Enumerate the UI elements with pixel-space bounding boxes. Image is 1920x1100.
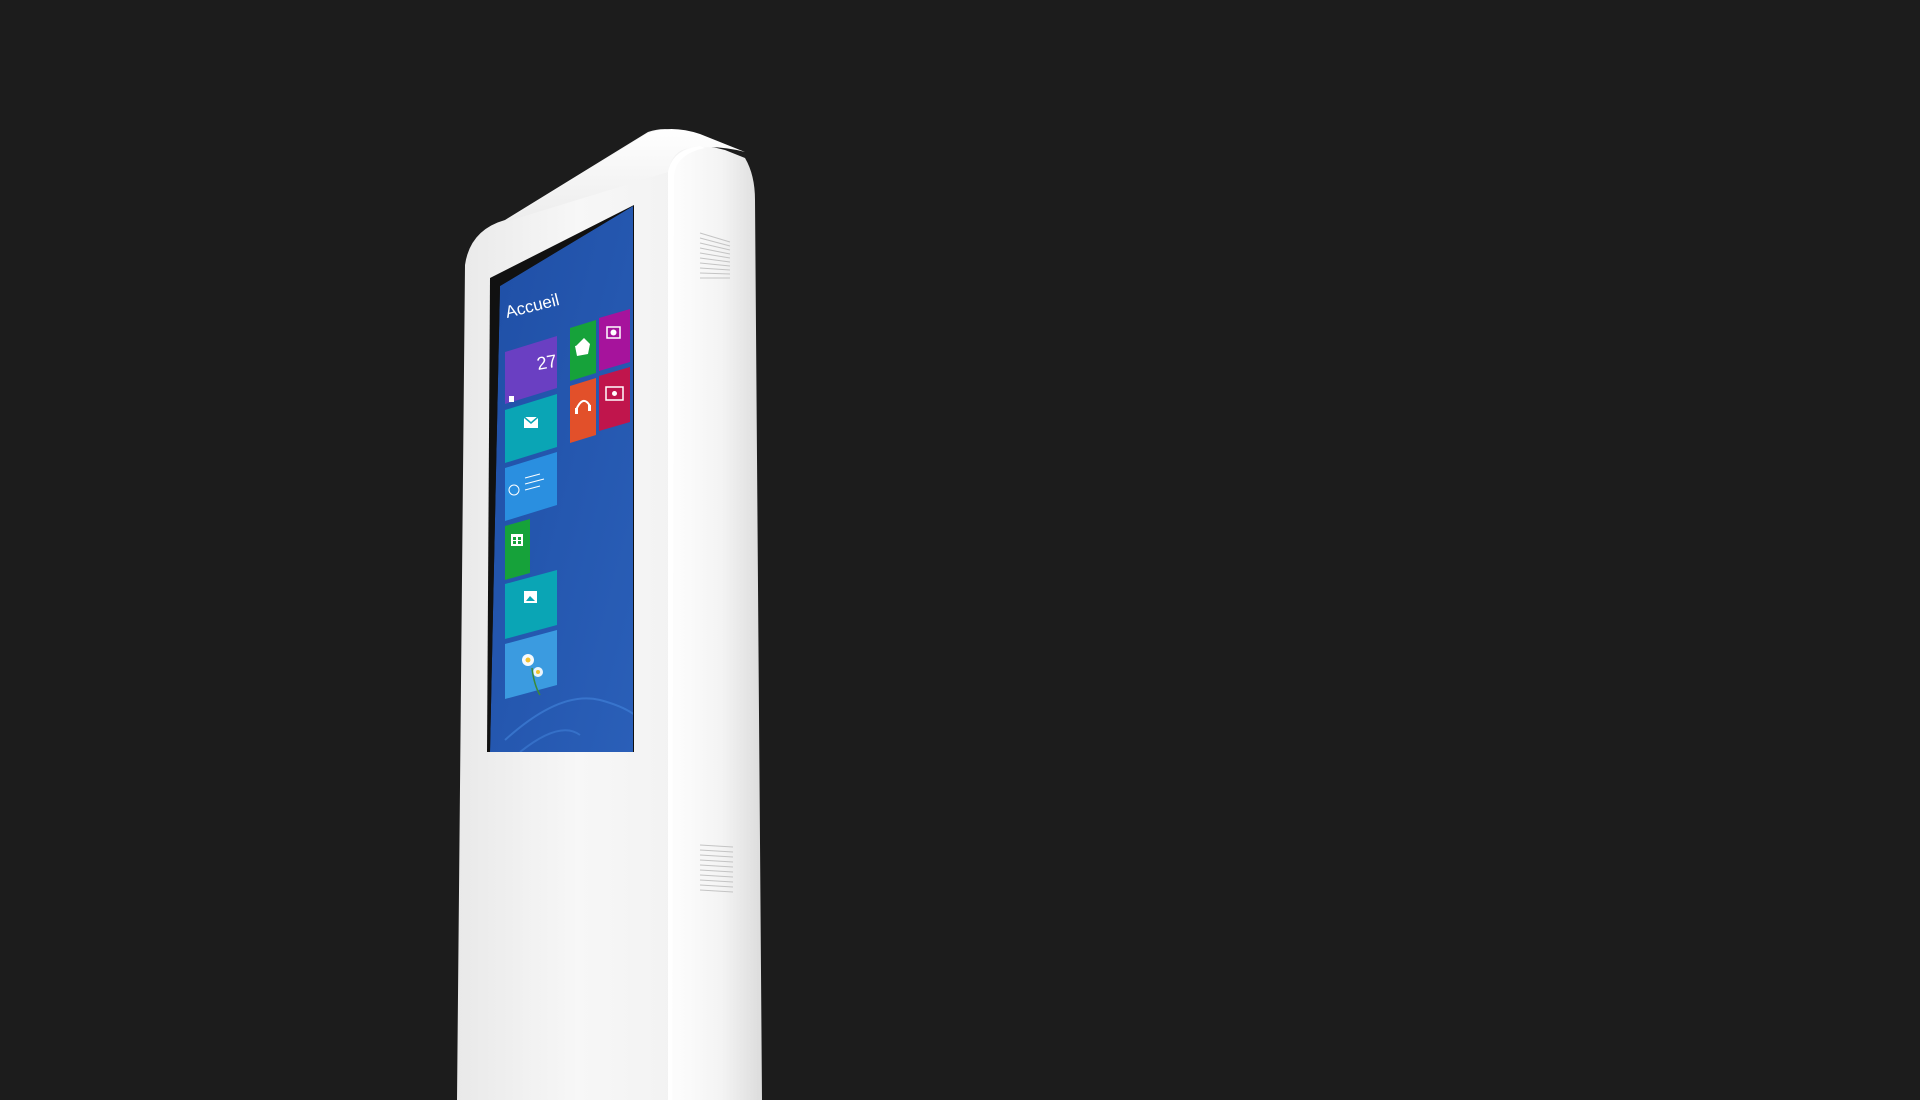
mail-icon	[523, 416, 539, 428]
kiosk: Accueil 27	[457, 129, 762, 1100]
scene: Accueil 27	[0, 0, 1920, 1100]
tile-games[interactable]	[570, 320, 596, 381]
kiosk-side-face	[660, 145, 762, 1100]
tile-music-bg	[570, 378, 596, 443]
photos-icon	[524, 591, 537, 603]
tile-store[interactable]	[505, 519, 530, 580]
tile-music[interactable]	[570, 378, 596, 443]
calendar-icon	[509, 396, 514, 402]
tile-store-bg	[505, 519, 530, 580]
tile-video-bg	[599, 367, 630, 431]
tile-video[interactable]	[599, 367, 630, 431]
tile-calendar-value: 27	[535, 351, 558, 374]
tile-camera[interactable]	[599, 309, 630, 371]
store-icon	[511, 534, 523, 546]
tile-camera-bg	[599, 309, 630, 371]
